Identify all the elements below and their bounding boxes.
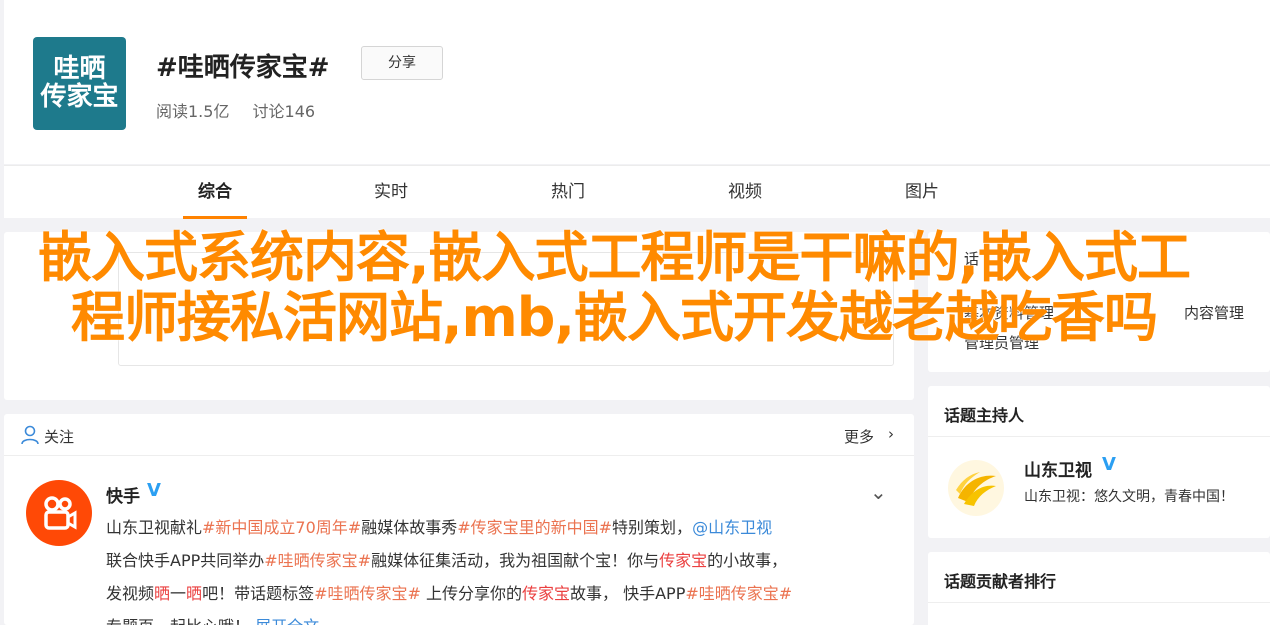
tab-comprehensive[interactable]: 综合	[183, 166, 247, 219]
chevron-down-icon[interactable]: ⌄	[870, 480, 887, 504]
post-text-segment: 上传分享你的	[420, 584, 522, 603]
divider	[928, 436, 1270, 437]
read-count: 阅读1.5亿	[156, 102, 230, 121]
verified-icon: V	[147, 480, 161, 501]
hashtag-link[interactable]: #哇晒传家宝#	[314, 584, 421, 603]
divider	[928, 602, 1270, 603]
logo-line-2: 传家宝	[40, 81, 119, 112]
hashtag-link[interactable]: #新中国成立70周年#	[202, 518, 361, 537]
post-text-segment: 联合快手APP共同举办	[106, 551, 265, 570]
kuaishou-logo-icon	[44, 496, 77, 530]
post-text-segment: 融媒体征集活动，我为祖国献个宝！你与	[371, 551, 660, 570]
topic-host-card: 话题主持人 山东卫视 V 山东卫视：悠久文明，青春中国！	[928, 386, 1270, 538]
post-text-segment: 发视频	[106, 584, 155, 603]
post-text-segment: 的小故事，	[707, 551, 788, 570]
post-text-segment: 故事， 快手APP	[570, 584, 686, 603]
post-text-segment: 专题页一起比心哦！	[106, 617, 255, 625]
post-text-segment: 山东卫视献礼	[106, 518, 203, 537]
mention-link[interactable]: @山东卫视	[692, 518, 772, 537]
topic-header: 哇晒 传家宝 #哇晒传家宝# 分享 阅读1.5亿 讨论146	[4, 0, 1270, 164]
follow-feed-card: 关注 更多 › 快手 V ⌄ 山东卫视献礼#新中国成立70周年#融媒体故事秀#传…	[4, 414, 914, 625]
host-section-title: 话题主持人	[944, 406, 1025, 425]
mention-link[interactable]: 展开全文	[255, 617, 319, 625]
post-text-segment: 吧！带话题标签	[202, 584, 315, 603]
host-description: 山东卫视：悠久文明，青春中国！	[1024, 489, 1234, 505]
post-text-segment: 一	[170, 584, 187, 603]
post-text-segment: 传家宝	[659, 551, 708, 570]
person-icon	[21, 425, 39, 445]
author-name[interactable]: 快手	[106, 482, 140, 507]
topic-logo: 哇晒 传家宝	[33, 37, 126, 130]
follow-bar: 关注 更多 ›	[4, 414, 914, 456]
host-name[interactable]: 山东卫视	[1024, 456, 1092, 481]
host-avatar[interactable]	[948, 460, 1004, 516]
post-text-segment: 晒	[154, 584, 171, 603]
hashtag-link[interactable]: #哇晒传家宝#	[685, 584, 792, 603]
post-text-segment: 融媒体故事秀	[361, 518, 458, 537]
tab-images[interactable]: 图片	[890, 166, 954, 219]
topic-stats: 阅读1.5亿 讨论146	[156, 98, 333, 122]
tab-video[interactable]: 视频	[713, 166, 777, 219]
post-text-segment: 晒	[186, 584, 203, 603]
shandong-tv-logo-icon	[956, 472, 996, 506]
post-text-line: 发视频晒一晒吧！带话题标签#哇晒传家宝# 上传分享你的传家宝故事， 快手APP#…	[106, 580, 792, 604]
post-text-line: 联合快手APP共同举办#哇晒传家宝#融媒体征集活动，我为祖国献个宝！你与传家宝的…	[106, 547, 787, 571]
hashtag-link[interactable]: #传家宝里的新中国#	[457, 518, 612, 537]
follow-label: 关注	[44, 428, 75, 446]
verified-icon: V	[1102, 454, 1116, 475]
comment-count: 讨论146	[252, 102, 316, 121]
post-text-segment: 特别策划，	[612, 518, 693, 537]
post-text-line: 山东卫视献礼#新中国成立70周年#融媒体故事秀#传家宝里的新中国#特别策划，@山…	[106, 514, 772, 538]
contributor-ranking-card: 话题贡献者排行	[928, 552, 1270, 625]
topic-title: #哇晒传家宝#	[156, 53, 330, 83]
post-text-segment: 传家宝	[522, 584, 571, 603]
logo-line-1: 哇晒	[53, 54, 106, 85]
tab-bar: 综合 实时 热门 视频 图片	[4, 165, 1270, 219]
more-link[interactable]: 更多	[844, 426, 874, 447]
tab-hot[interactable]: 热门	[536, 166, 600, 219]
share-button[interactable]: 分享	[361, 46, 443, 80]
hashtag-link[interactable]: #哇晒传家宝#	[264, 551, 371, 570]
avatar[interactable]	[26, 480, 92, 546]
chevron-right-icon[interactable]: ›	[888, 425, 894, 443]
post-text-line: 专题页一起比心哦！ 展开全文	[106, 613, 319, 625]
overlay-headline: 嵌入式系统内容,嵌入式工程师是干嘛的,嵌入式工程师接私活网站,mb,嵌入式开发越…	[37, 226, 1191, 349]
tab-realtime[interactable]: 实时	[359, 166, 423, 219]
ranking-section-title: 话题贡献者排行	[944, 572, 1057, 591]
